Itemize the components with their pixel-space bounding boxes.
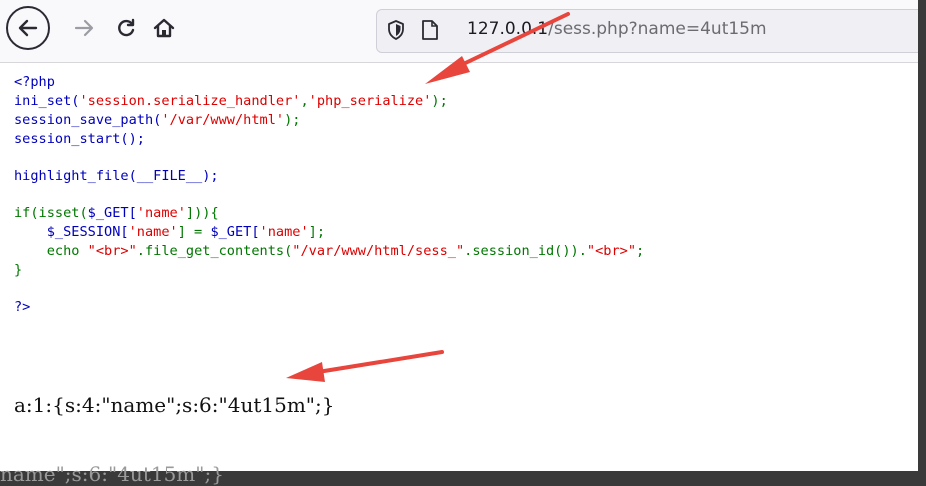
code-token: "<br>"	[87, 243, 137, 259]
code-token: ;	[636, 243, 645, 259]
code-token: "/var/www/html/sess_"	[292, 243, 465, 259]
code-token: $_GET[	[87, 205, 137, 221]
php-source-code: <?php ini_set('session.serialize_handler…	[14, 73, 644, 317]
code-token: session_save_path(	[14, 112, 162, 128]
home-button[interactable]	[144, 8, 184, 48]
code-line: session_save_path('/var/www/html');	[14, 111, 644, 130]
serialized-session-output: a:1:{s:4:"name";s:6:"4ut15m";}	[14, 393, 335, 417]
page-icon	[422, 20, 438, 40]
code-token: <?php	[14, 74, 55, 90]
code-token: $_SESSION[	[14, 224, 129, 240]
code-token: .session_id()).	[464, 243, 587, 259]
url-text[interactable]: 127.0.0.1/sess.php?name=4ut15m	[467, 19, 767, 39]
code-token: '/var/www/html'	[161, 112, 285, 128]
code-token: $_GET[	[210, 224, 260, 240]
url-host: 127.0.0.1	[467, 19, 549, 39]
code-line: }	[14, 261, 644, 280]
code-line: highlight_file(__FILE__);	[14, 167, 644, 186]
back-button[interactable]	[6, 6, 50, 50]
code-token: ])){	[185, 205, 219, 221]
code-line: ini_set('session.serialize_handler','php…	[14, 92, 644, 111]
reload-icon	[118, 18, 135, 37]
code-token: 'name'	[136, 205, 186, 221]
code-token: 'session.serialize_handler'	[79, 93, 301, 109]
shield-icon[interactable]	[387, 20, 405, 40]
code-line: $_SESSION['name'] = $_GET['name'];	[14, 223, 644, 242]
code-line: if(isset($_GET['name'])){	[14, 204, 644, 223]
code-line: session_start();	[14, 130, 644, 149]
code-token: );	[431, 93, 448, 109]
forward-icon	[74, 19, 94, 37]
url-bar[interactable]: 127.0.0.1/sess.php?name=4ut15m	[376, 9, 918, 53]
code-token: ] =	[177, 224, 211, 240]
code-token: 'name'	[128, 224, 178, 240]
code-token: }	[14, 262, 23, 278]
code-token: ?>	[14, 299, 31, 315]
browser-toolbar: 127.0.0.1/sess.php?name=4ut15m	[0, 0, 918, 63]
code-token: ];	[308, 224, 326, 240]
forward-button[interactable]	[64, 8, 104, 48]
url-path: /sess.php?name=4ut15m	[548, 19, 767, 39]
background-window-text: name";s:6:"4ut15m";}	[0, 462, 224, 486]
code-line: echo "<br>".file_get_contents("/var/www/…	[14, 242, 644, 261]
code-token: 'php_serialize'	[308, 93, 432, 109]
code-token: .file_get_contents(	[136, 243, 293, 259]
home-icon	[153, 18, 175, 38]
code-token: 'name'	[259, 224, 309, 240]
reload-button[interactable]	[106, 8, 146, 48]
code-line: <?php	[14, 73, 644, 92]
back-icon	[18, 19, 38, 37]
code-token: "<br>"	[586, 243, 637, 259]
code-token: ,	[300, 93, 309, 109]
browser-window: 127.0.0.1/sess.php?name=4ut15m <?php ini…	[0, 0, 918, 471]
code-token: highlight_file(__FILE__);	[14, 168, 219, 184]
code-token: );	[284, 112, 301, 128]
code-line: ?>	[14, 298, 644, 317]
code-token: ini_set(	[14, 93, 80, 109]
code-token: session_start();	[14, 131, 145, 147]
code-token: echo	[14, 243, 88, 259]
code-token: if(isset(	[14, 205, 88, 221]
